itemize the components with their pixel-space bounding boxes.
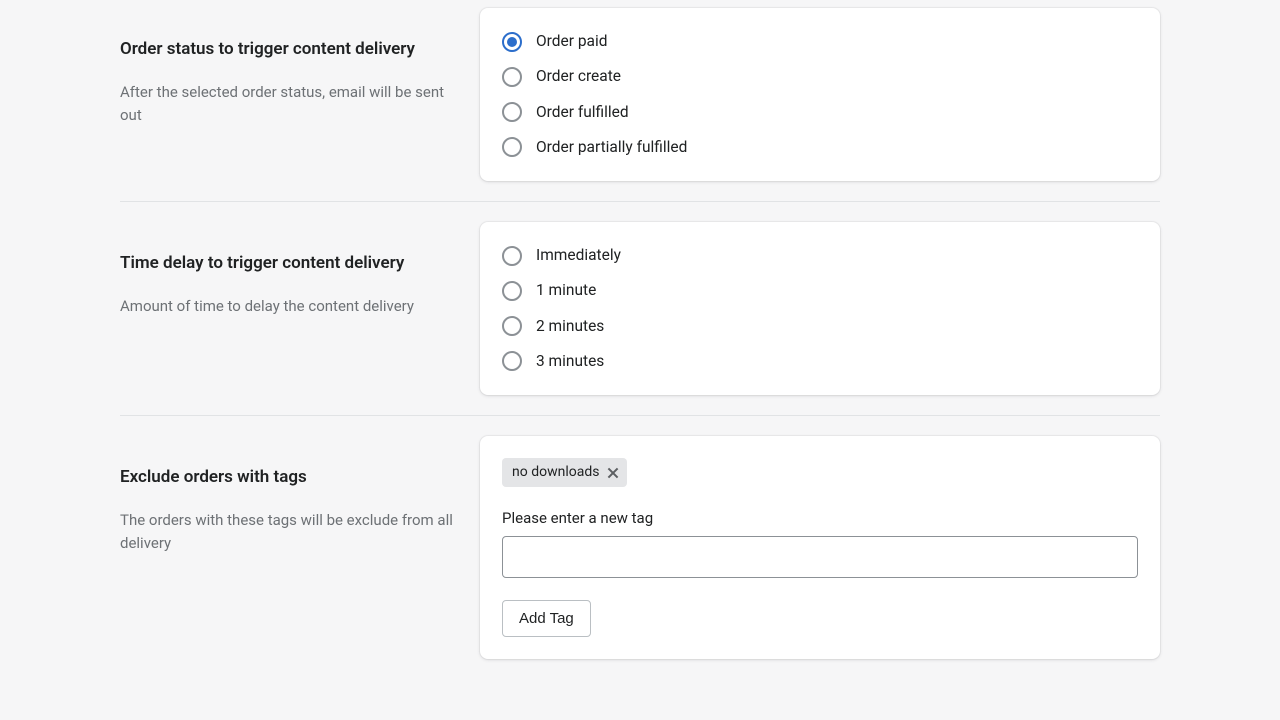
section-description: The orders with these tags will be exclu… bbox=[120, 509, 460, 556]
radio-icon bbox=[502, 137, 522, 157]
section-text: Exclude orders with tags The orders with… bbox=[120, 436, 460, 659]
radio-icon bbox=[502, 246, 522, 266]
radio-icon bbox=[502, 67, 522, 87]
radio-label: Immediately bbox=[536, 244, 621, 267]
radio-label: 1 minute bbox=[536, 279, 596, 302]
tag-input-label: Please enter a new tag bbox=[502, 507, 1138, 530]
radio-1-minute[interactable]: 1 minute bbox=[502, 279, 1138, 302]
radio-label: Order fulfilled bbox=[536, 101, 629, 124]
section-exclude-tags: Exclude orders with tags The orders with… bbox=[120, 415, 1160, 679]
section-time-delay: Time delay to trigger content delivery A… bbox=[120, 201, 1160, 415]
section-title: Time delay to trigger content delivery bbox=[120, 252, 460, 275]
tag-input[interactable] bbox=[502, 536, 1138, 578]
section-description: After the selected order status, email w… bbox=[120, 81, 460, 128]
radio-label: Order paid bbox=[536, 30, 607, 53]
radio-icon bbox=[502, 351, 522, 371]
radio-order-paid[interactable]: Order paid bbox=[502, 30, 1138, 53]
radio-icon bbox=[502, 316, 522, 336]
time-delay-card: Immediately 1 minute 2 minutes 3 minutes bbox=[480, 222, 1160, 395]
exclude-tags-card: no downloads Please enter a new tag Add … bbox=[480, 436, 1160, 659]
radio-order-fulfilled[interactable]: Order fulfilled bbox=[502, 101, 1138, 124]
add-tag-button[interactable]: Add Tag bbox=[502, 600, 591, 637]
radio-icon bbox=[502, 281, 522, 301]
section-text: Order status to trigger content delivery… bbox=[120, 8, 460, 181]
radio-label: Order create bbox=[536, 65, 621, 88]
close-icon[interactable] bbox=[607, 467, 619, 479]
section-order-status: Order status to trigger content delivery… bbox=[120, 8, 1160, 201]
section-title: Exclude orders with tags bbox=[120, 466, 460, 489]
tag-chip: no downloads bbox=[502, 458, 627, 487]
section-description: Amount of time to delay the content deli… bbox=[120, 295, 460, 318]
tag-chip-label: no downloads bbox=[512, 462, 599, 483]
section-title: Order status to trigger content delivery bbox=[120, 38, 460, 61]
radio-label: Order partially fulfilled bbox=[536, 136, 687, 159]
order-status-radio-group: Order paid Order create Order fulfilled … bbox=[502, 30, 1138, 159]
radio-2-minutes[interactable]: 2 minutes bbox=[502, 315, 1138, 338]
radio-3-minutes[interactable]: 3 minutes bbox=[502, 350, 1138, 373]
time-delay-radio-group: Immediately 1 minute 2 minutes 3 minutes bbox=[502, 244, 1138, 373]
radio-immediately[interactable]: Immediately bbox=[502, 244, 1138, 267]
radio-order-create[interactable]: Order create bbox=[502, 65, 1138, 88]
radio-icon bbox=[502, 32, 522, 52]
section-text: Time delay to trigger content delivery A… bbox=[120, 222, 460, 395]
radio-icon bbox=[502, 102, 522, 122]
order-status-card: Order paid Order create Order fulfilled … bbox=[480, 8, 1160, 181]
radio-label: 3 minutes bbox=[536, 350, 604, 373]
radio-order-partially-fulfilled[interactable]: Order partially fulfilled bbox=[502, 136, 1138, 159]
radio-label: 2 minutes bbox=[536, 315, 604, 338]
